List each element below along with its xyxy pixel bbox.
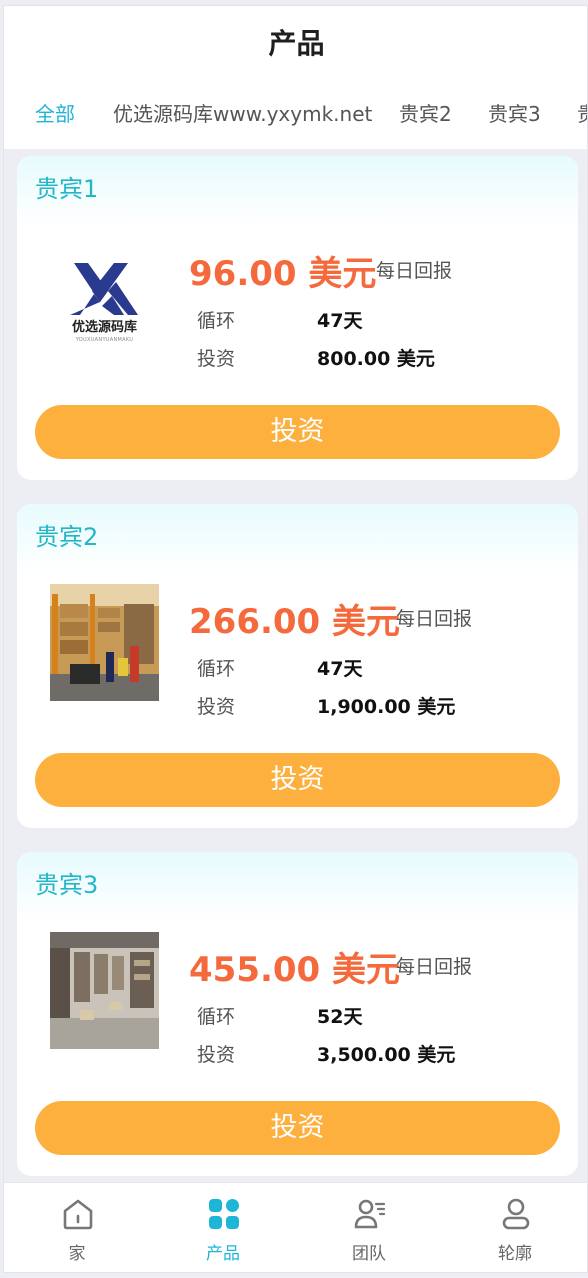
header: 产品 全部 优选源码库www.yxymk.net 贵宾2 贵宾3 贵 (4, 6, 587, 149)
invest-value: 800.00 美元 (317, 348, 435, 370)
daily-return-label: 每日回报 (396, 956, 473, 978)
warehouse-photo-image (50, 584, 159, 701)
storage-photo-icon (50, 932, 159, 1049)
product-price: 266.00 美元 (189, 602, 401, 642)
product-name: 贵宾1 (35, 175, 99, 203)
products-icon (209, 1199, 239, 1229)
cycle-value: 52天 (317, 1006, 363, 1028)
invest-label: 投资 (197, 696, 236, 718)
warehouse-photo-icon (50, 584, 159, 701)
storage-photo-image (50, 932, 159, 1049)
logo-subtext: YOUXUANYUANMAKU (75, 337, 134, 343)
invest-value: 3,500.00 美元 (317, 1044, 456, 1066)
tab-youxuan[interactable]: 优选源码库www.yxymk.net (113, 98, 372, 130)
product-card: 贵宾1 优选源码库 YOUXUANYUANMAKU 96.00 美元 每日回报 … (17, 156, 578, 480)
nav-team[interactable]: 团队 (296, 1183, 442, 1272)
nav-label: 产品 (206, 1244, 240, 1264)
nav-home[interactable]: 家 (4, 1183, 150, 1272)
logo-text: 优选源码库 (71, 320, 137, 335)
nav-label: 轮廓 (498, 1244, 532, 1264)
home-icon (63, 1199, 93, 1230)
tab-vip2[interactable]: 贵宾2 (399, 98, 452, 130)
daily-return-label: 每日回报 (376, 260, 453, 282)
nav-profile[interactable]: 轮廓 (442, 1183, 587, 1272)
nav-label: 团队 (352, 1244, 386, 1264)
cycle-value: 47天 (317, 658, 363, 680)
page-title: 产品 (268, 27, 325, 60)
invest-value: 1,900.00 美元 (317, 696, 456, 718)
cycle-value: 47天 (317, 310, 363, 332)
tab-vip3[interactable]: 贵宾3 (488, 98, 541, 130)
product-price: 96.00 美元 (189, 254, 377, 294)
team-icon (354, 1199, 386, 1229)
category-tabs: 全部 优选源码库www.yxymk.net 贵宾2 贵宾3 贵 (4, 98, 587, 134)
product-name: 贵宾2 (35, 523, 99, 551)
profile-icon (502, 1198, 530, 1230)
cycle-label: 循环 (197, 658, 236, 680)
card-header-bg (17, 156, 578, 226)
product-logo-image: 优选源码库 YOUXUANYUANMAKU (50, 236, 159, 353)
app-frame: 产品 全部 优选源码库www.yxymk.net 贵宾2 贵宾3 贵 贵宾1 优… (3, 5, 588, 1273)
invest-label: 投资 (197, 1044, 236, 1066)
card-header-bg (17, 504, 578, 574)
tab-all[interactable]: 全部 (35, 98, 75, 130)
product-price: 455.00 美元 (189, 950, 401, 990)
bottom-nav: 家 产品 团队 轮廓 (4, 1182, 587, 1272)
nav-label: 家 (68, 1244, 86, 1264)
cycle-label: 循环 (197, 310, 236, 332)
invest-button[interactable]: 投资 (35, 405, 560, 459)
invest-button[interactable]: 投资 (35, 753, 560, 807)
product-card: 贵宾2 266.00 美元 每日回报 循环 47天 投资 1,900.00 美元… (17, 504, 578, 828)
cycle-label: 循环 (197, 1006, 236, 1028)
daily-return-label: 每日回报 (396, 608, 473, 630)
tab-vip4[interactable]: 贵 (577, 98, 587, 130)
card-header-bg (17, 852, 578, 922)
nav-products[interactable]: 产品 (150, 1183, 296, 1272)
invest-label: 投资 (197, 348, 236, 370)
invest-button[interactable]: 投资 (35, 1101, 560, 1155)
product-name: 贵宾3 (35, 871, 99, 899)
product-card: 贵宾3 455.00 美元 每日回报 循环 52天 投资 3,500.00 美元 (17, 852, 578, 1176)
